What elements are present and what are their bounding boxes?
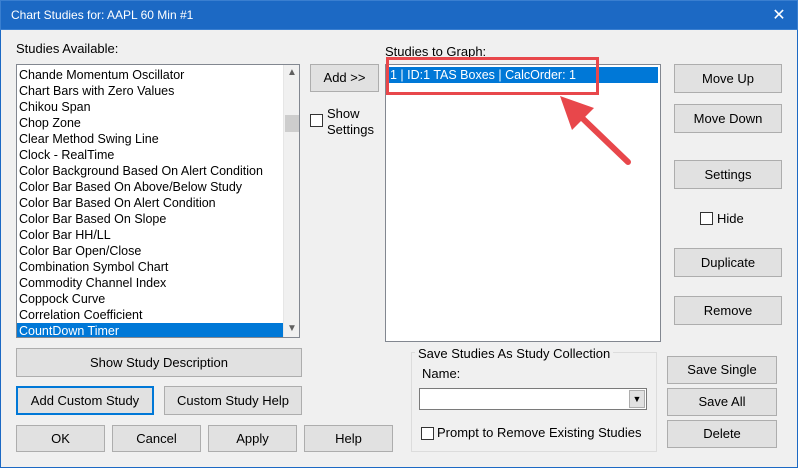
show-settings-checkbox[interactable] xyxy=(310,114,323,127)
study-list-item[interactable]: Chikou Span xyxy=(17,99,285,115)
annotation-arrow-icon xyxy=(560,96,631,165)
hide-checkbox[interactable] xyxy=(700,212,713,225)
hide-label: Hide xyxy=(717,211,744,226)
prompt-remove-label: Prompt to Remove Existing Studies xyxy=(437,425,642,440)
study-list-item[interactable]: Color Bar Open/Close xyxy=(17,243,285,259)
show-settings-label-1: Show xyxy=(327,106,360,121)
show-settings-label-2: Settings xyxy=(327,122,374,137)
close-icon[interactable]: ✕ xyxy=(767,4,791,28)
move-down-button[interactable]: Move Down xyxy=(674,104,782,133)
custom-study-help-button[interactable]: Custom Study Help xyxy=(164,386,302,415)
collection-name-combobox[interactable]: ▼ xyxy=(419,388,647,410)
apply-button[interactable]: Apply xyxy=(208,425,297,452)
study-list-item[interactable]: Color Bar HH/LL xyxy=(17,227,285,243)
studies-available-label: Studies Available: xyxy=(16,41,119,56)
ok-button[interactable]: OK xyxy=(16,425,105,452)
study-list-item[interactable]: Clear Method Swing Line xyxy=(17,131,285,147)
show-study-description-button[interactable]: Show Study Description xyxy=(16,348,302,377)
title-bar: Chart Studies for: AAPL 60 Min #1 ✕ xyxy=(0,0,798,30)
studies-available-items: Chande Momentum Oscillator Chart Bars wit… xyxy=(17,65,285,337)
prompt-remove-checkbox[interactable] xyxy=(421,427,434,440)
studies-list-scrollbar[interactable]: ▲ ▼ xyxy=(283,65,299,337)
study-list-item[interactable]: Chart Bars with Zero Values xyxy=(17,83,285,99)
save-collection-title: Save Studies As Study Collection xyxy=(415,346,614,361)
studies-available-list[interactable]: Chande Momentum Oscillator Chart Bars wit… xyxy=(16,64,300,338)
add-custom-study-button[interactable]: Add Custom Study xyxy=(16,386,154,415)
study-list-item[interactable]: Chande Momentum Oscillator xyxy=(17,67,285,83)
delete-button[interactable]: Delete xyxy=(667,420,777,448)
scroll-down-icon[interactable]: ▼ xyxy=(284,321,299,337)
window-title: Chart Studies for: AAPL 60 Min #1 xyxy=(11,8,194,22)
study-list-item[interactable]: Correlation Coefficient xyxy=(17,307,285,323)
help-button[interactable]: Help xyxy=(304,425,393,452)
scroll-thumb[interactable] xyxy=(285,115,299,132)
save-all-button[interactable]: Save All xyxy=(667,388,777,416)
annotation-highlight-box xyxy=(386,57,599,95)
remove-button[interactable]: Remove xyxy=(674,296,782,325)
save-single-button[interactable]: Save Single xyxy=(667,356,777,384)
dropdown-arrow-icon[interactable]: ▼ xyxy=(629,390,645,408)
study-list-item[interactable]: Combination Symbol Chart xyxy=(17,259,285,275)
study-list-item[interactable]: Color Bar Based On Alert Condition xyxy=(17,195,285,211)
study-list-item[interactable]: Clock - RealTime xyxy=(17,147,285,163)
move-up-button[interactable]: Move Up xyxy=(674,64,782,93)
study-list-item[interactable]: Coppock Curve xyxy=(17,291,285,307)
cancel-button[interactable]: Cancel xyxy=(112,425,201,452)
add-study-button[interactable]: Add >> xyxy=(310,64,379,92)
duplicate-button[interactable]: Duplicate xyxy=(674,248,782,277)
name-label: Name: xyxy=(422,366,461,381)
settings-button[interactable]: Settings xyxy=(674,160,782,189)
study-list-item[interactable]: Commodity Channel Index xyxy=(17,275,285,291)
scroll-up-icon[interactable]: ▲ xyxy=(284,65,299,81)
study-list-item[interactable]: Color Bar Based On Above/Below Study xyxy=(17,179,285,195)
study-list-item[interactable]: Color Bar Based On Slope xyxy=(17,211,285,227)
study-list-item[interactable]: Chop Zone xyxy=(17,115,285,131)
study-list-item[interactable]: Color Background Based On Alert Conditio… xyxy=(17,163,285,179)
study-list-item[interactable]: CountDown Timer xyxy=(17,323,285,337)
